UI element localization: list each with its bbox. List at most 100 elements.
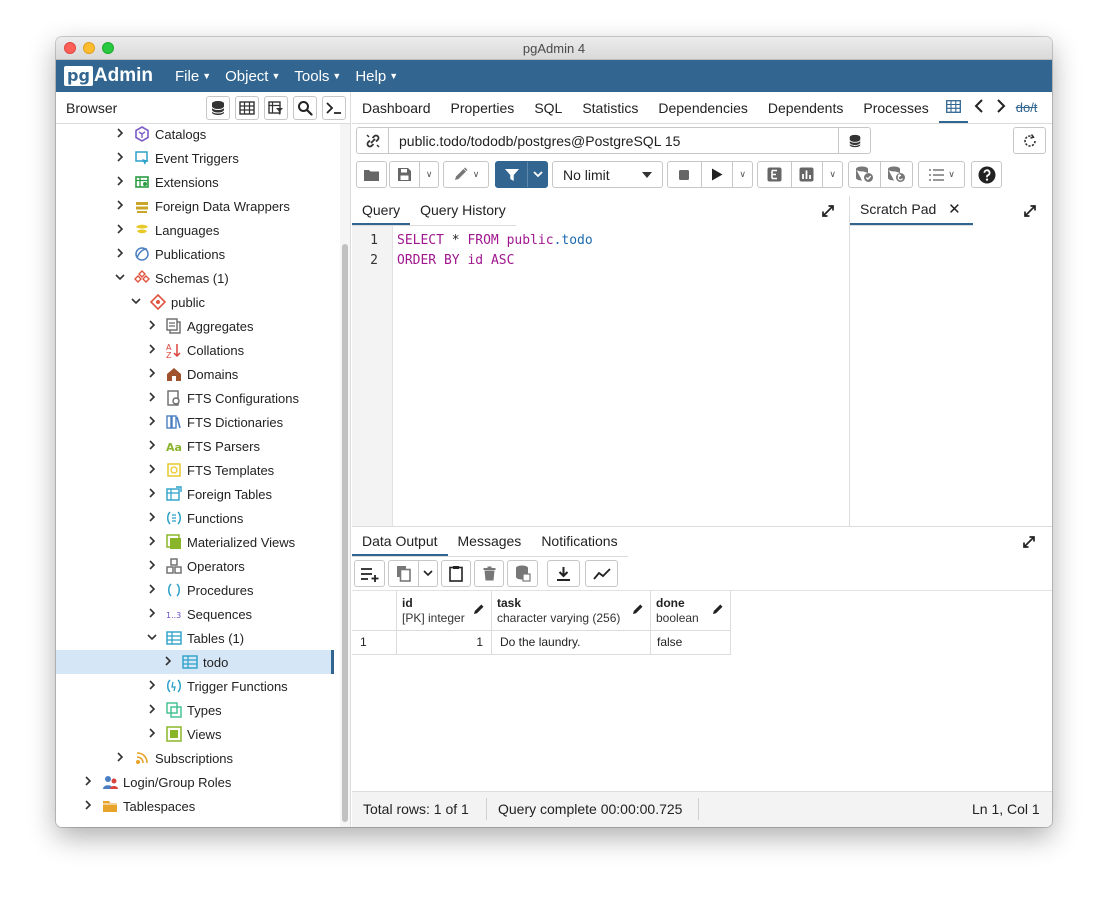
filter-button-group[interactable] (495, 161, 548, 188)
execute-button[interactable] (700, 162, 733, 187)
tree-item-catalogs[interactable]: Catalogs (56, 124, 334, 146)
chevron-right-icon[interactable] (114, 151, 126, 165)
object-explorer-button[interactable] (206, 95, 230, 120)
column-header-id[interactable]: id [PK] integer (397, 591, 492, 631)
tree-item-fts-configurations[interactable]: FTS Configurations (56, 386, 334, 410)
chevron-right-icon[interactable] (146, 679, 158, 693)
tab-sql[interactable]: SQL (524, 100, 572, 116)
tab-data-output[interactable]: Data Output (352, 533, 448, 556)
copy-button-group[interactable] (388, 560, 438, 587)
tree-item-collations[interactable]: A Z Collations (56, 338, 334, 362)
data-cell-task[interactable]: Do the laundry. (492, 631, 651, 655)
download-button[interactable] (547, 560, 580, 587)
tab-query-tool[interactable] (938, 93, 968, 123)
tree-item-extensions[interactable]: Extensions (56, 170, 334, 194)
tree-item-schemas-1[interactable]: Schemas (1) (56, 266, 334, 290)
chevron-right-icon[interactable] (82, 799, 94, 813)
chevron-right-icon[interactable] (146, 367, 158, 381)
tree-item-foreign-tables[interactable]: Foreign Tables (56, 482, 334, 506)
tree-item-todo[interactable]: todo (56, 650, 334, 674)
tree-item-tablespaces[interactable]: Tablespaces (56, 794, 334, 818)
chevron-right-icon[interactable] (146, 727, 158, 741)
column-header-task[interactable]: task character varying (256) (492, 591, 651, 631)
sql-editor[interactable]: 1 2 SELECT * FROM public.todo ORDER BY i… (352, 226, 850, 526)
tab-scratch-pad[interactable]: Scratch Pad ✕ (850, 200, 973, 225)
commit-button[interactable] (849, 162, 880, 187)
edit-button-group[interactable]: ∨ (443, 161, 489, 188)
execute-options-dropdown[interactable]: ∨ (732, 162, 752, 187)
chevron-right-icon[interactable] (146, 391, 158, 405)
search-objects-button[interactable] (293, 95, 317, 120)
chevron-right-icon[interactable] (114, 223, 126, 237)
explain-options-dropdown[interactable]: ∨ (822, 162, 842, 187)
chevron-right-icon[interactable] (146, 559, 158, 573)
change-connection-button[interactable] (838, 128, 870, 153)
chevron-down-icon[interactable] (130, 297, 142, 308)
chevron-right-icon[interactable] (146, 319, 158, 333)
row-limit-select[interactable]: No limit (552, 161, 663, 188)
execution-button-group[interactable]: ∨ (667, 161, 753, 188)
tree-item-public[interactable]: public (56, 290, 334, 314)
tab-notifications[interactable]: Notifications (531, 533, 627, 556)
graph-visualiser-button[interactable] (585, 560, 618, 587)
data-cell-id[interactable]: 1 (397, 631, 492, 655)
chevron-right-icon[interactable] (82, 775, 94, 789)
tab-query[interactable]: Query (352, 202, 411, 225)
maximize-scratch-pad-button[interactable] (1022, 203, 1038, 219)
tab-processes[interactable]: Processes (853, 100, 938, 116)
tab-dependencies[interactable]: Dependencies (648, 100, 758, 116)
tree-item-fts-parsers[interactable]: Aa FTS Parsers (56, 434, 334, 458)
copy-options-dropdown[interactable] (418, 561, 437, 586)
chevron-right-icon[interactable] (114, 751, 126, 765)
menu-help[interactable]: Help ▼ (355, 68, 398, 85)
tree-item-procedures[interactable]: Procedures (56, 578, 334, 602)
tab-partial[interactable]: do/t (1012, 100, 1038, 115)
tree-item-sequences[interactable]: 1..3 Sequences (56, 602, 334, 626)
column-header-done[interactable]: done boolean (651, 591, 731, 631)
connection-selector[interactable]: public.todo/tododb/postgres@PostgreSQL 1… (356, 127, 871, 154)
save-file-button-group[interactable]: ∨ (389, 161, 439, 188)
filter-options-dropdown[interactable] (527, 162, 547, 187)
tree-item-foreign-data-wrappers[interactable]: Foreign Data Wrappers (56, 194, 334, 218)
chevron-right-icon[interactable] (114, 127, 126, 141)
tree-item-subscriptions[interactable]: Subscriptions (56, 746, 334, 770)
open-file-button[interactable] (356, 161, 387, 188)
help-button[interactable] (971, 161, 1002, 188)
tree-item-aggregates[interactable]: Aggregates (56, 314, 334, 338)
chevron-right-icon[interactable] (146, 511, 158, 525)
tree-item-publications[interactable]: Publications (56, 242, 334, 266)
chevron-right-icon[interactable] (162, 655, 174, 669)
rollback-button[interactable] (880, 162, 912, 187)
sidebar-scroll-thumb[interactable] (342, 244, 348, 822)
tree-item-materialized-views[interactable]: Materialized Views (56, 530, 334, 554)
chevron-right-icon[interactable] (146, 487, 158, 501)
tree-item-types[interactable]: Types (56, 698, 334, 722)
macros-button-group[interactable]: ∨ (918, 161, 965, 188)
chevron-right-icon[interactable] (114, 247, 126, 261)
view-data-button[interactable] (235, 95, 259, 120)
tree-item-domains[interactable]: Domains (56, 362, 334, 386)
chevron-right-icon[interactable] (146, 535, 158, 549)
chevron-right-icon[interactable] (146, 463, 158, 477)
menu-object[interactable]: Object ▼ (225, 68, 280, 85)
tree-item-trigger-functions[interactable]: Trigger Functions (56, 674, 334, 698)
data-cell-done[interactable]: false (651, 631, 731, 655)
minimize-window-button[interactable] (83, 42, 95, 54)
tree-item-fts-dictionaries[interactable]: FTS Dictionaries (56, 410, 334, 434)
tree-item-languages[interactable]: Languages (56, 218, 334, 242)
add-row-button[interactable] (354, 560, 385, 587)
tree-item-functions[interactable]: Functions (56, 506, 334, 530)
tab-dependents[interactable]: Dependents (758, 100, 854, 116)
tree-item-login-group-roles[interactable]: Login/Group Roles (56, 770, 334, 794)
row-number-header[interactable] (352, 591, 397, 631)
stop-button[interactable] (668, 162, 701, 187)
explain-analyze-button[interactable] (790, 162, 823, 187)
tree-item-tables-1[interactable]: Tables (1) (56, 626, 334, 650)
tab-properties[interactable]: Properties (441, 100, 525, 116)
tabs-scroll-right-button[interactable] (990, 99, 1012, 116)
maximize-query-panel-button[interactable] (820, 203, 836, 219)
chevron-right-icon[interactable] (146, 343, 158, 357)
sidebar-scrollbar[interactable] (340, 124, 350, 827)
tabs-scroll-left-button[interactable] (968, 99, 990, 116)
tab-query-history[interactable]: Query History (410, 202, 516, 225)
